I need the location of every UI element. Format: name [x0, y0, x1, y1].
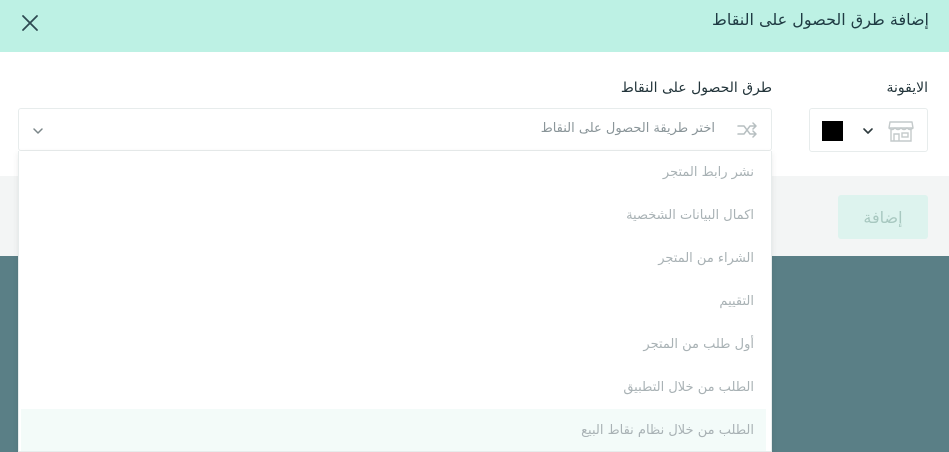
method-label: طرق الحصول على النقاط [620, 80, 772, 96]
share-icon [737, 122, 757, 138]
modal-header: إضافة طرق الحصول على النقاط [0, 0, 949, 52]
close-icon [22, 15, 38, 31]
dropdown-option[interactable]: الطلب من خلال التطبيق [21, 366, 766, 409]
dropdown-option[interactable]: الشراء من المتجر [21, 237, 766, 280]
icon-picker[interactable] [809, 108, 928, 152]
icon-label: الايقونة [886, 80, 929, 96]
dropdown-option[interactable]: نشر رابط المتجر [21, 151, 766, 194]
dropdown-option[interactable]: الطلب من خلال نظام نقاط البيع [21, 409, 766, 451]
modal-title: إضافة طرق الحصول على النقاط [712, 10, 929, 29]
chevron-down-icon [863, 128, 873, 134]
method-select-placeholder: اختر طريقة الحصول على النقاط [540, 121, 715, 136]
dropdown-option[interactable]: أول طلب من المتجر [21, 323, 766, 366]
add-button[interactable]: إضافة [838, 195, 928, 239]
method-dropdown-list[interactable]: نشر رابط المتجر اكمال البيانات الشخصية ا… [18, 151, 772, 452]
dropdown-option[interactable]: اكمال البيانات الشخصية [21, 194, 766, 237]
close-button[interactable] [18, 11, 42, 35]
dropdown-option[interactable]: التقييم [21, 280, 766, 323]
chevron-down-icon [33, 128, 43, 134]
store-icon [888, 121, 914, 142]
color-swatch[interactable] [822, 121, 843, 141]
method-select[interactable]: اختر طريقة الحصول على النقاط [18, 108, 772, 151]
